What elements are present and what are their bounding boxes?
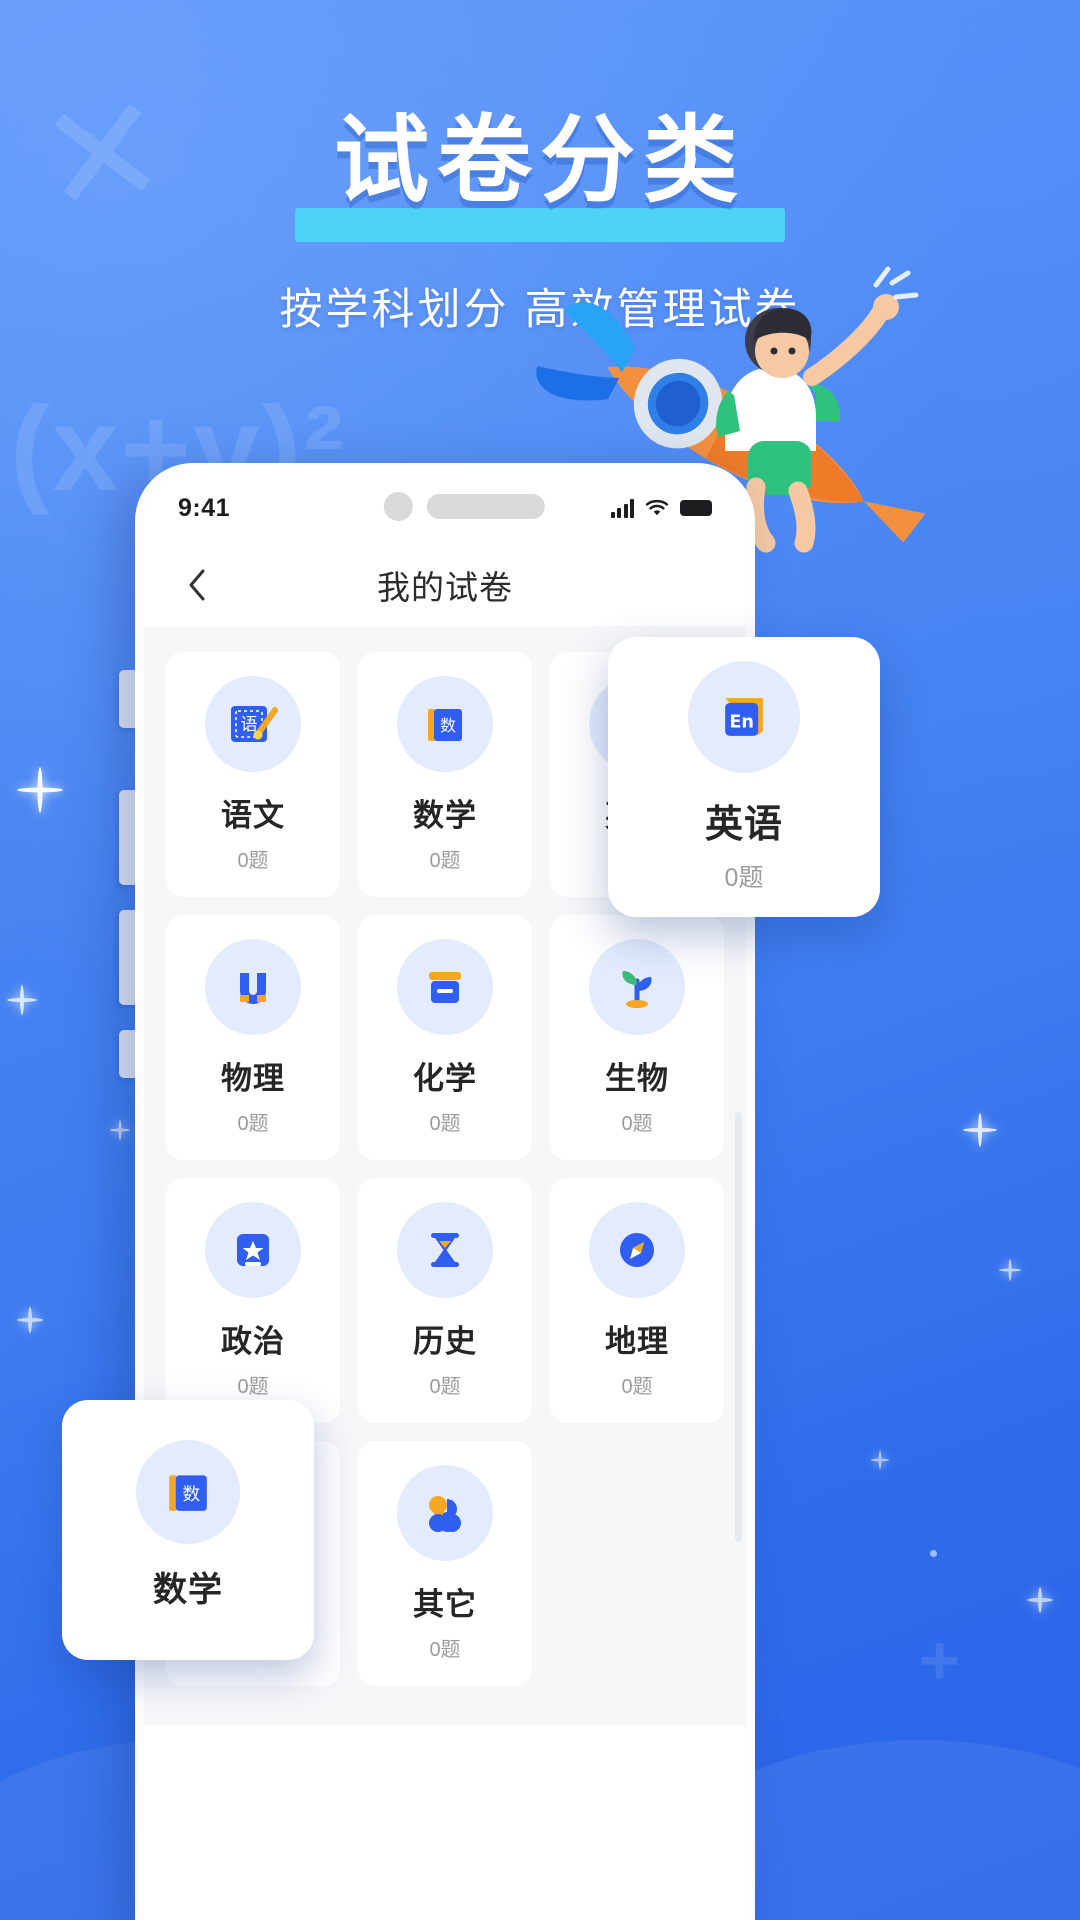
math-book-icon: 数 [397,676,493,772]
subject-card-chinese[interactable]: 语 语文 0题 [166,652,340,897]
subject-card-math[interactable]: 数 数学 0题 [358,652,532,897]
battery-full-icon [680,500,712,516]
hourglass-icon [397,1202,493,1298]
subject-name: 地理 [605,1324,669,1359]
subject-name: 数学 [413,798,477,833]
subject-count: 0题 [237,1376,269,1398]
phone-notch [383,492,545,521]
wifi-icon [645,499,669,517]
nav-bar: 我的试卷 [144,544,746,626]
floating-subject-card-math[interactable]: 数 数学 [62,1400,314,1660]
subject-card-biology[interactable]: 生物 0题 [550,915,724,1160]
compass-icon [589,1202,685,1298]
subject-name: 政治 [221,1324,285,1359]
magnet-icon [205,939,301,1035]
subject-name: 化学 [413,1061,477,1096]
beaker-icon [397,939,493,1035]
subject-name: 物理 [221,1061,285,1096]
subject-name: 其它 [413,1587,477,1622]
subject-card-other[interactable]: 其它 0题 [358,1441,532,1686]
plant-leaf-icon [589,939,685,1035]
math-book-icon: 数 [136,1440,240,1544]
back-button[interactable] [174,562,220,608]
subject-count: 0题 [429,850,461,872]
subject-count: 0题 [621,1113,653,1135]
status-bar-indicators [610,498,712,518]
subject-name: 历史 [413,1324,477,1359]
svg-text:En: En [729,712,754,732]
promo-headline-block: 试卷分类 [0,108,1080,242]
status-bar-time: 9:41 [178,493,231,522]
status-bar: 9:41 [144,472,746,544]
subject-card-geography[interactable]: 地理 0题 [550,1178,724,1423]
subject-card-politics[interactable]: 政治 0题 [166,1178,340,1423]
subject-name: 语文 [221,798,285,833]
chinese-book-pencil-icon: 语 [205,676,301,772]
sparkle-dot [930,1550,937,1557]
svg-text:数: 数 [182,1484,200,1505]
english-book-icon: En [688,660,800,773]
subject-name: 英语 [704,803,783,846]
subject-count: 0题 [429,1376,461,1398]
subject-count: 0题 [621,1376,653,1398]
cellular-signal-icon [610,498,634,518]
badge-star-icon [205,1202,301,1298]
subject-count: 0题 [724,863,764,892]
subject-name: 数学 [153,1571,223,1609]
subject-count: 0题 [429,1113,461,1135]
four-petals-icon [397,1465,493,1561]
phone-volume-up-button [119,790,136,885]
phone-side-button [119,670,136,728]
subject-card-history[interactable]: 历史 0题 [358,1178,532,1423]
page-title: 试卷分类 [333,108,746,214]
subject-count: 0题 [429,1639,461,1661]
floating-subject-card-english[interactable]: En 英语 0题 [608,637,880,917]
subject-card-chemistry[interactable]: 化学 0题 [358,915,532,1160]
scroll-indicator[interactable] [735,1112,742,1542]
subject-card-physics[interactable]: 物理 0题 [166,915,340,1160]
subject-name: 生物 [605,1061,669,1096]
front-camera-dot [383,492,413,521]
phone-volume-down-button [119,910,136,1005]
chevron-left-icon [189,569,205,601]
phone-side-button [119,1030,136,1078]
svg-text:数: 数 [440,716,456,735]
subject-count: 0题 [237,1113,269,1135]
page-header-title: 我的试卷 [377,569,513,606]
notch-pill [426,494,545,519]
subject-count: 0题 [237,850,269,872]
